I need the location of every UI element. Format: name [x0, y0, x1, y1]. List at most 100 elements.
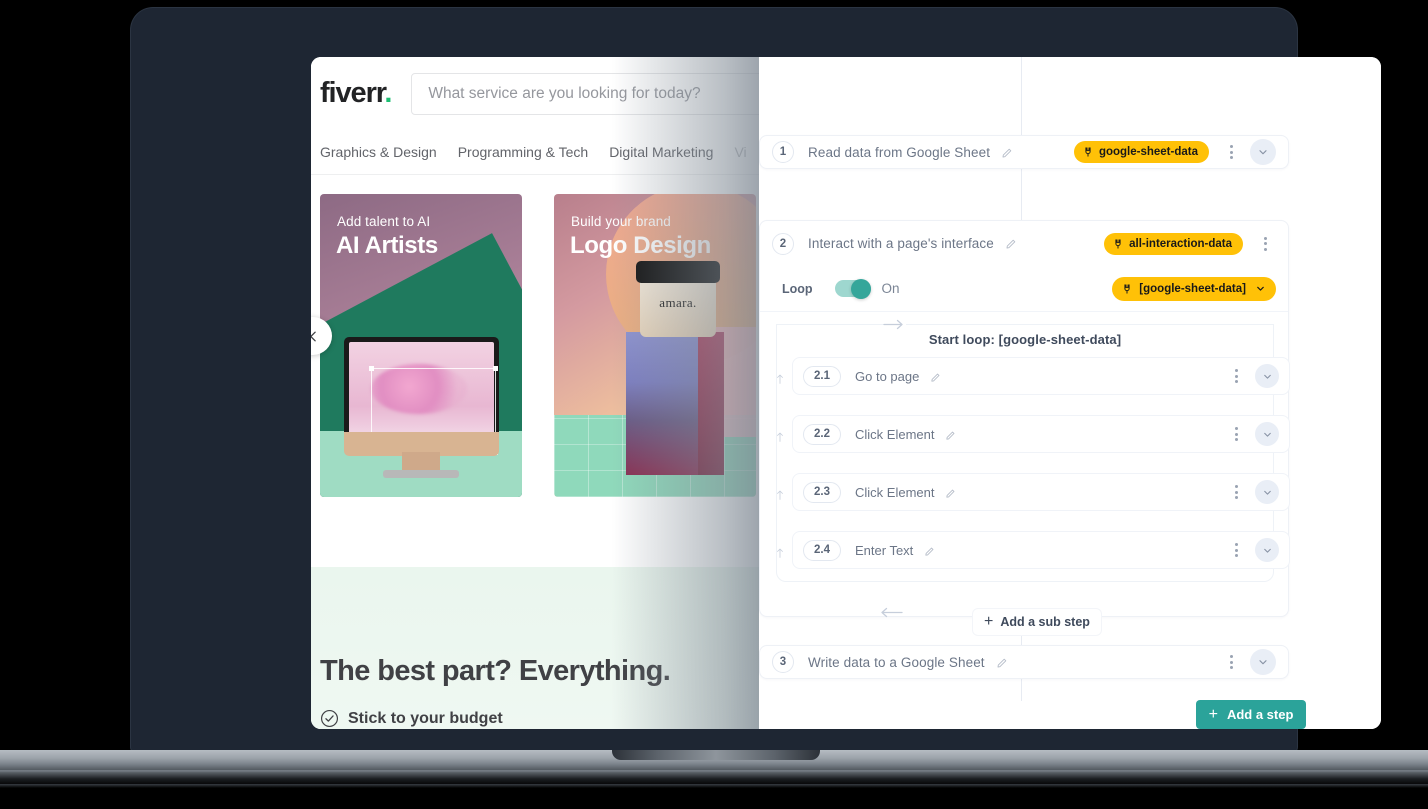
- card-kicker: Build your brand: [571, 214, 671, 229]
- chevron-down-icon: [1259, 660, 1267, 665]
- substep-number: 2.1: [803, 365, 841, 387]
- nav-item-digital-marketing[interactable]: Digital Marketing: [609, 144, 713, 160]
- fiverr-category-carousel: Add talent to AI AI Artists amara. Build…: [311, 175, 781, 497]
- chevron-down-icon: [1263, 490, 1271, 495]
- step-title: Interact with a page's interface: [808, 236, 1017, 251]
- step-number: 1: [772, 141, 794, 163]
- step-title-text: Interact with a page's interface: [808, 236, 994, 251]
- pencil-icon[interactable]: [945, 430, 956, 441]
- expand-button-substep-2-4[interactable]: [1255, 538, 1279, 562]
- carousel-card-logo-design[interactable]: amara. Build your brand Logo Design: [554, 194, 756, 497]
- badge-all-interaction-data[interactable]: all-interaction-data: [1104, 232, 1243, 255]
- loop-label: Loop: [782, 281, 813, 296]
- loop-frame-top-left: [776, 324, 884, 325]
- search-input[interactable]: What service are you looking for today?: [411, 72, 781, 115]
- loop-back-arrow-icon: [777, 490, 783, 500]
- step-number: 2: [772, 232, 794, 255]
- loop-toggle[interactable]: [834, 278, 871, 299]
- toggle-knob: [850, 278, 871, 299]
- chevron-down-icon: [1263, 548, 1271, 553]
- step-row-3[interactable]: 3 Write data to a Google Sheet: [759, 645, 1289, 679]
- loop-back-arrow-icon: [777, 374, 783, 384]
- substep-title: Click Element: [855, 485, 956, 500]
- step-number: 3: [772, 651, 794, 673]
- substep-number: 2.3: [803, 481, 841, 503]
- carousel-card-ai-artists[interactable]: Add talent to AI AI Artists: [320, 194, 522, 497]
- loop-source-label: [google-sheet-data]: [1139, 282, 1246, 295]
- plus-icon: +: [1208, 705, 1218, 723]
- fiverr-logo[interactable]: fiverr.: [320, 77, 392, 110]
- start-loop-label: Start loop: [google-sheet-data]: [928, 332, 1122, 347]
- automation-builder-pane: 1 Read data from Google Sheet google-she…: [759, 57, 1381, 729]
- benefit-item: Stick to your budget: [320, 709, 781, 728]
- flow-connector: [1021, 162, 1022, 220]
- benefit-label: Stick to your budget: [348, 709, 503, 727]
- loop-settings-row: Loop On [google-sheet-data]: [760, 266, 1288, 312]
- card-art-monitor-base: [383, 470, 459, 478]
- substep-row-2-2[interactable]: 2.2 Click Element: [792, 415, 1290, 453]
- step-title: Read data from Google Sheet: [808, 145, 1013, 160]
- chevron-left-icon: [311, 331, 316, 341]
- kebab-menu-icon[interactable]: [1227, 369, 1245, 383]
- substep-title-text: Go to page: [855, 368, 920, 384]
- fiverr-logo-dot: .: [384, 77, 392, 109]
- kebab-menu-icon[interactable]: [1222, 655, 1240, 669]
- loop-back-arrow-icon: [777, 432, 783, 442]
- step-row-1[interactable]: 1 Read data from Google Sheet google-she…: [759, 135, 1289, 169]
- pencil-icon[interactable]: [930, 372, 941, 383]
- substep-number: 2.4: [803, 539, 841, 561]
- kebab-menu-icon[interactable]: [1227, 485, 1245, 499]
- laptop-base-notch: [612, 750, 820, 760]
- substep-row-2-3[interactable]: 2.3 Click Element: [792, 473, 1290, 511]
- step-2-header[interactable]: 2 Interact with a page's interface all-i…: [760, 221, 1288, 266]
- substep-title-text: Enter Text: [855, 542, 914, 558]
- card-art-jar-lid: [636, 261, 720, 283]
- expand-button-substep-2-3[interactable]: [1255, 480, 1279, 504]
- add-sub-step-label: Add a sub step: [1000, 615, 1090, 629]
- expand-button-step-3[interactable]: [1250, 649, 1276, 675]
- step-title-text: Write data to a Google Sheet: [808, 654, 985, 670]
- fiverr-logo-text: fiverr: [320, 77, 385, 109]
- badge-google-sheet-data[interactable]: google-sheet-data: [1073, 141, 1209, 163]
- expand-button-step-1[interactable]: [1250, 139, 1276, 165]
- card-kicker: Add talent to AI: [337, 214, 431, 229]
- loop-source-dropdown[interactable]: [google-sheet-data]: [1112, 276, 1276, 301]
- pencil-icon[interactable]: [1005, 238, 1017, 250]
- add-sub-step-button[interactable]: + Add a sub step: [973, 609, 1101, 635]
- substep-number: 2.2: [803, 423, 841, 445]
- kebab-menu-icon[interactable]: [1227, 543, 1245, 557]
- substep-row-2-1[interactable]: 2.1 Go to page: [792, 357, 1290, 395]
- plus-icon: +: [984, 613, 994, 630]
- step-title-text: Read data from Google Sheet: [808, 144, 991, 160]
- badge-label: all-interaction-data: [1129, 237, 1232, 250]
- pencil-icon[interactable]: [1001, 147, 1013, 159]
- plug-icon: [1085, 147, 1091, 157]
- add-step-button[interactable]: + Add a step: [1196, 700, 1306, 729]
- substep-title-text: Click Element: [855, 426, 935, 442]
- expand-button-substep-2-1[interactable]: [1255, 364, 1279, 388]
- pencil-icon[interactable]: [924, 546, 935, 557]
- laptop-screen: fiverr. What service are you looking for…: [311, 57, 1381, 729]
- laptop-frame: fiverr. What service are you looking for…: [131, 8, 1381, 753]
- chevron-down-icon: [1257, 286, 1264, 291]
- flow-connector: [1021, 57, 1022, 135]
- kebab-menu-icon[interactable]: [1256, 236, 1274, 251]
- pencil-icon[interactable]: [945, 488, 956, 499]
- card-title: AI Artists: [336, 232, 438, 259]
- pencil-icon[interactable]: [996, 657, 1008, 669]
- chevron-down-icon: [1263, 374, 1271, 379]
- substep-title: Click Element: [855, 427, 956, 442]
- nav-item-programming-tech[interactable]: Programming & Tech: [458, 144, 588, 160]
- substep-title: Go to page: [855, 369, 941, 384]
- nav-item-graphics-design[interactable]: Graphics & Design: [320, 144, 437, 160]
- fiverr-category-nav: Graphics & Design Programming & Tech Dig…: [311, 130, 781, 175]
- substep-title-text: Click Element: [855, 484, 935, 500]
- plug-icon: [1115, 238, 1121, 249]
- expand-button-substep-2-2[interactable]: [1255, 422, 1279, 446]
- nav-item-video[interactable]: Vi: [734, 144, 746, 160]
- kebab-menu-icon[interactable]: [1227, 427, 1245, 441]
- card-art-pedestal-side: [698, 332, 724, 475]
- kebab-menu-icon[interactable]: [1222, 145, 1240, 159]
- badge-label: google-sheet-data: [1098, 146, 1198, 158]
- substep-row-2-4[interactable]: 2.4 Enter Text: [792, 531, 1290, 569]
